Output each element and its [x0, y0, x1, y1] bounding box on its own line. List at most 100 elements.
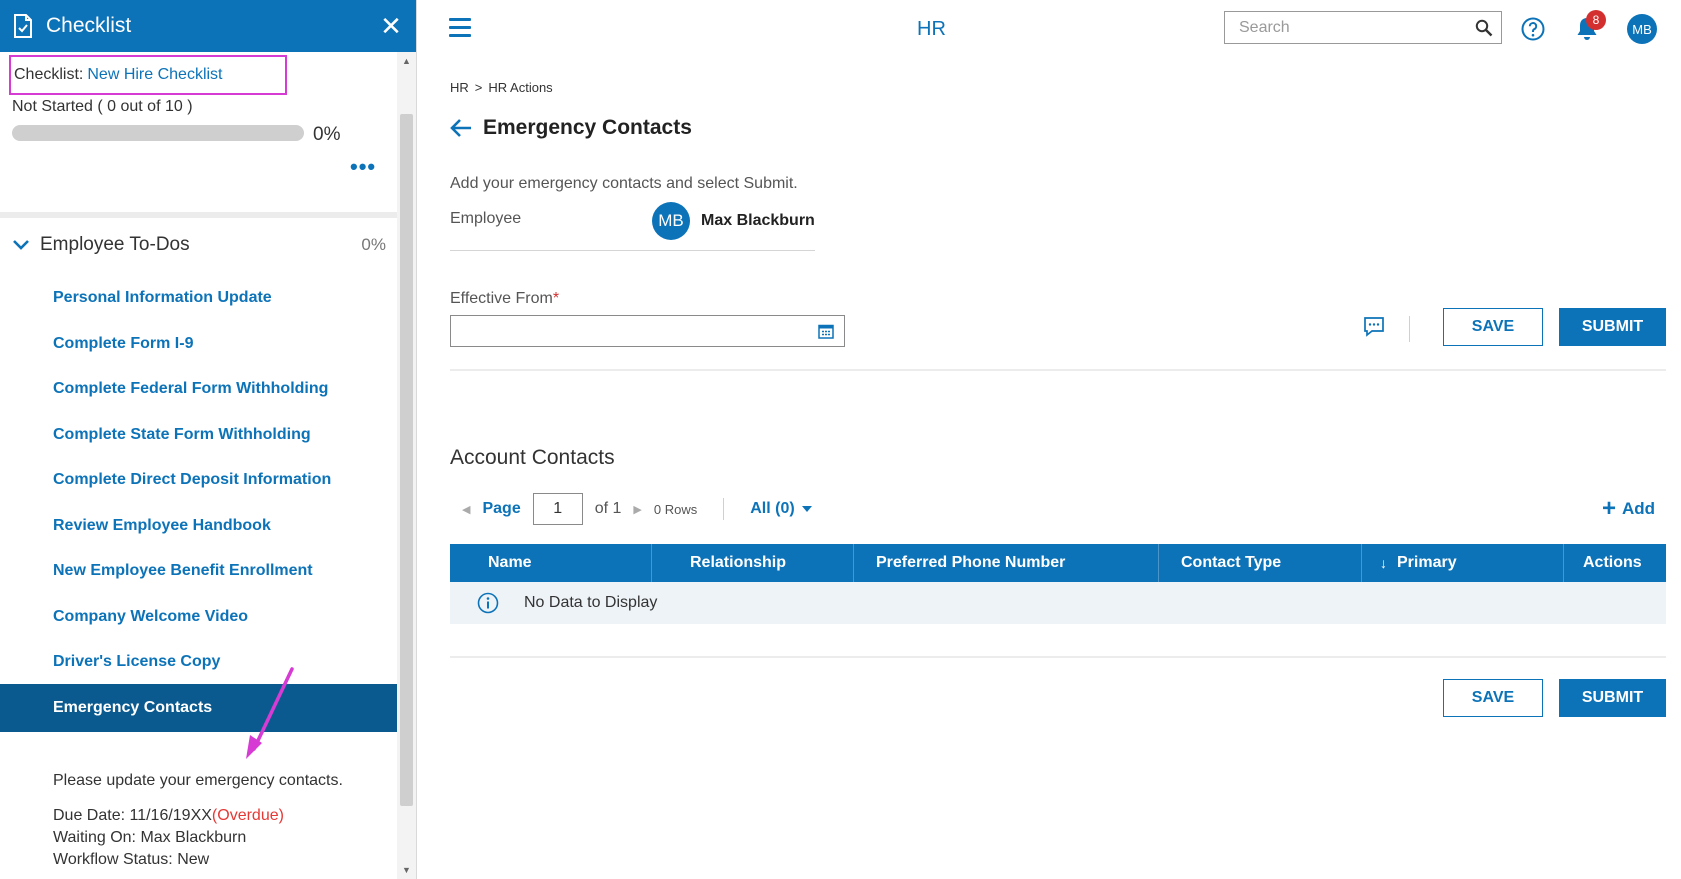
todo-waiting-on: Waiting On: Max Blackburn [53, 829, 247, 846]
column-name[interactable]: Name [450, 544, 652, 582]
breadcrumb-hr-actions[interactable]: HR Actions [488, 80, 552, 95]
scrollbar-thumb[interactable] [400, 114, 413, 806]
add-contact-button[interactable]: + Add [1602, 497, 1655, 521]
due-date-text: Due Date: 11/16/19XX [53, 807, 212, 824]
account-contacts-title: Account Contacts [450, 446, 615, 469]
todo-direct-deposit[interactable]: Complete Direct Deposit Information [0, 456, 398, 504]
filter-label: All (0) [750, 500, 795, 517]
toolbar-separator [1409, 316, 1410, 342]
previous-page-icon[interactable]: ◀ [462, 503, 470, 516]
scroll-up-icon[interactable]: ▲ [397, 56, 416, 66]
column-contact-type[interactable]: Contact Type [1159, 544, 1362, 582]
add-label: Add [1622, 499, 1656, 518]
checklist-label: Checklist: [14, 66, 84, 83]
todo-state-withholding[interactable]: Complete State Form Withholding [0, 411, 398, 459]
document-check-icon [14, 14, 32, 38]
scroll-down-icon[interactable]: ▼ [397, 865, 416, 875]
todo-due-date: Due Date: 11/16/19XX(Overdue) [53, 807, 284, 825]
todo-employee-handbook[interactable]: Review Employee Handbook [0, 502, 398, 550]
back-arrow-icon[interactable] [449, 117, 473, 139]
breadcrumb-hr[interactable]: HR [450, 80, 469, 95]
table-empty-row: No Data to Display [450, 582, 1666, 624]
page-label: Page [482, 500, 521, 517]
menu-icon[interactable] [449, 18, 471, 38]
more-options-icon[interactable]: ••• [350, 154, 376, 180]
pager-separator [723, 498, 725, 520]
todo-description: Please update your emergency contacts. [53, 772, 343, 789]
comment-icon[interactable] [1363, 316, 1385, 338]
todo-workflow-status: Workflow Status: New [53, 851, 210, 868]
empty-message: No Data to Display [524, 594, 658, 611]
table-bottom-divider [450, 656, 1666, 658]
checklist-progress-bar [12, 125, 304, 141]
todo-welcome-video[interactable]: Company Welcome Video [0, 593, 398, 641]
checklist-panel-title: Checklist [46, 14, 132, 37]
checklist-name-box: Checklist: New Hire Checklist [9, 55, 287, 95]
chevron-down-icon [13, 240, 29, 250]
checklist-panel: Checklist ✕ Checklist: New Hire Checklis… [0, 0, 417, 879]
column-preferred-phone[interactable]: Preferred Phone Number [854, 544, 1159, 582]
submit-button-bottom[interactable]: SUBMIT [1559, 679, 1666, 717]
checklist-panel-header: Checklist ✕ [0, 0, 416, 52]
submit-button-top[interactable]: SUBMIT [1559, 308, 1666, 346]
plus-icon: + [1602, 495, 1617, 522]
employee-avatar: MB [652, 202, 690, 240]
column-relationship[interactable]: Relationship [652, 544, 854, 582]
help-icon[interactable] [1521, 17, 1545, 41]
todo-emergency-contacts[interactable]: Emergency Contacts [0, 684, 398, 732]
checklist-progress-percent: 0% [313, 124, 341, 145]
todo-personal-information-update[interactable]: Personal Information Update [0, 274, 398, 322]
notifications-button[interactable]: 8 [1574, 10, 1606, 45]
required-marker: * [552, 290, 560, 307]
employee-name: Max Blackburn [701, 212, 815, 229]
search-box[interactable] [1224, 11, 1502, 44]
employee-divider [450, 250, 815, 251]
caret-down-icon [801, 506, 812, 512]
checklist-scroll-area: Checklist: New Hire Checklist Not Starte… [0, 52, 398, 879]
form-divider [450, 369, 1666, 371]
breadcrumb: HR > HR Actions [450, 80, 553, 95]
page-number-input[interactable] [532, 493, 583, 525]
save-button-bottom[interactable]: SAVE [1443, 679, 1543, 717]
page-title: Emergency Contacts [483, 116, 692, 139]
todo-federal-withholding[interactable]: Complete Federal Form Withholding [0, 365, 398, 413]
user-avatar[interactable]: MB [1627, 14, 1657, 44]
close-icon[interactable]: ✕ [378, 13, 404, 39]
app-title: HR [917, 18, 946, 40]
filter-dropdown[interactable]: All (0) [750, 500, 812, 518]
column-primary-label: Primary [1397, 554, 1457, 571]
contacts-table-header: Name Relationship Preferred Phone Number… [450, 544, 1666, 582]
panel-scrollbar[interactable]: ▲ ▼ [397, 52, 416, 879]
page-instruction: Add your emergency contacts and select S… [450, 175, 798, 192]
employee-label: Employee [450, 210, 522, 227]
page-of-label: of 1 [594, 500, 622, 517]
pager: ◀ Page of 1 ▶ 0 Rows All (0) [462, 493, 812, 525]
page-header: Emergency Contacts [449, 116, 692, 140]
search-icon[interactable] [1475, 19, 1493, 37]
info-icon [477, 592, 499, 614]
effective-from-label: Effective From* [450, 290, 559, 308]
todo-drivers-license[interactable]: Driver's License Copy [0, 638, 398, 686]
row-count: 0 Rows [653, 501, 698, 517]
notification-badge: 8 [1586, 10, 1606, 30]
effective-from-input[interactable] [450, 315, 845, 347]
todo-complete-form-i9[interactable]: Complete Form I-9 [0, 320, 398, 368]
overdue-flag: (Overdue) [211, 807, 284, 824]
breadcrumb-separator: > [474, 80, 483, 95]
column-actions: Actions [1583, 554, 1642, 571]
todo-benefit-enrollment[interactable]: New Employee Benefit Enrollment [0, 547, 398, 595]
calendar-icon[interactable] [818, 323, 834, 339]
panel-divider [0, 212, 398, 218]
section-employee-todos[interactable]: Employee To-Dos 0% [12, 230, 386, 260]
top-bar: HR 8 MB [417, 0, 1681, 58]
column-primary[interactable]: ↓ Primary [1362, 544, 1564, 582]
sort-down-icon: ↓ [1380, 555, 1387, 571]
search-input[interactable] [1239, 18, 1475, 37]
save-button-top[interactable]: SAVE [1443, 308, 1543, 346]
checklist-status: Not Started ( 0 out of 10 ) [12, 98, 193, 115]
checklist-name-link[interactable]: New Hire Checklist [87, 66, 222, 84]
effective-from-text: Effective From [450, 290, 553, 307]
next-page-icon[interactable]: ▶ [633, 503, 641, 516]
section-label: Employee To-Dos [40, 234, 190, 255]
section-percent: 0% [361, 235, 386, 254]
